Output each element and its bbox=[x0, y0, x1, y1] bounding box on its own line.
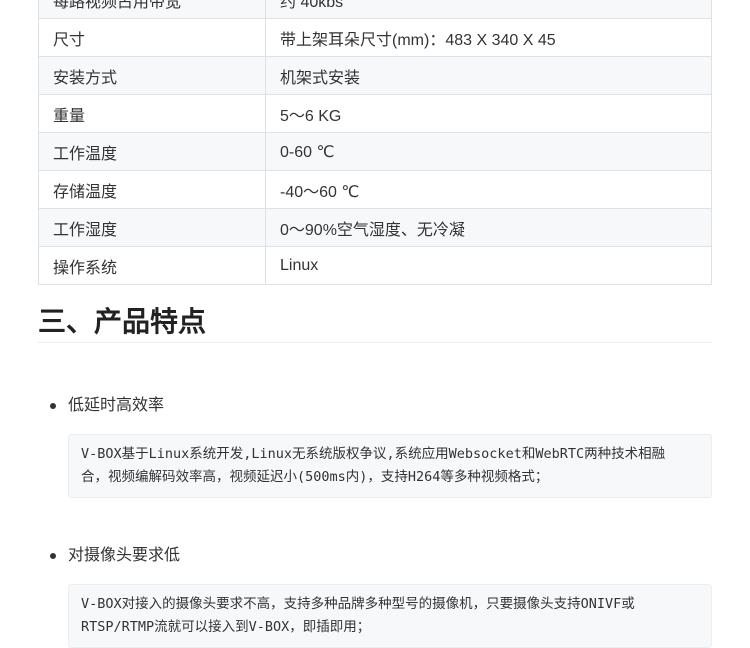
feature-label: 对摄像头要求低 bbox=[68, 547, 181, 564]
spec-key: 工作湿度 bbox=[38, 208, 266, 247]
code-line: V-BOX对接入的摄像头要求不高，支持多种品牌多种型号的摄像机，只要摄像头支持O… bbox=[81, 596, 635, 612]
spec-key: 每路视频占用带宽 bbox=[38, 0, 266, 19]
bullet-icon bbox=[50, 553, 56, 559]
code-line: 合，视频编解码效率高，视频延迟小(500ms内)，支持H264等多种视频格式； bbox=[81, 469, 549, 485]
table-row: 操作系统 Linux bbox=[38, 246, 712, 285]
spec-key: 重量 bbox=[38, 94, 266, 133]
spec-value: 带上架耳朵尺寸(mm)：483 X 340 X 45 bbox=[265, 18, 712, 57]
spec-value: 5～6 KG bbox=[265, 94, 712, 133]
table-row: 安装方式 机架式安装 bbox=[38, 56, 712, 95]
table-row: 存储温度 -40～60 ℃ bbox=[38, 170, 712, 209]
feature-label: 低延时高效率 bbox=[68, 397, 165, 414]
spec-value: Linux bbox=[265, 246, 712, 285]
code-block: V-BOX对接入的摄像头要求不高，支持多种品牌多种型号的摄像机，只要摄像头支持O… bbox=[68, 584, 712, 648]
table-row: 工作温度 0-60 ℃ bbox=[38, 132, 712, 171]
spec-value: 0～90%空气湿度、无冷凝 bbox=[265, 208, 712, 247]
spec-value: 约 40kbs bbox=[265, 0, 712, 19]
table-row: 尺寸 带上架耳朵尺寸(mm)：483 X 340 X 45 bbox=[38, 18, 712, 57]
table-row: 重量 5～6 KG bbox=[38, 94, 712, 133]
feature-block: 低延时高效率 V-BOX基于Linux系统开发,Linux无系统版权争议,系统应… bbox=[38, 394, 712, 498]
spec-key: 存储温度 bbox=[38, 170, 266, 209]
spec-key: 操作系统 bbox=[38, 246, 266, 285]
code-block: V-BOX基于Linux系统开发,Linux无系统版权争议,系统应用Websoc… bbox=[68, 434, 712, 498]
spec-value: -40～60 ℃ bbox=[265, 170, 712, 209]
list-item: 对摄像头要求低 bbox=[38, 544, 712, 568]
table-row: 工作湿度 0～90%空气湿度、无冷凝 bbox=[38, 208, 712, 247]
spec-table: 每路视频占用带宽 约 40kbs 尺寸 带上架耳朵尺寸(mm)：483 X 34… bbox=[38, 0, 712, 285]
spec-value: 机架式安装 bbox=[265, 56, 712, 95]
list-item: 低延时高效率 bbox=[38, 394, 712, 418]
spec-key: 安装方式 bbox=[38, 56, 266, 95]
spec-key: 工作温度 bbox=[38, 132, 266, 171]
code-line: RTSP/RTMP流就可以接入到V-BOX，即插即用； bbox=[81, 619, 371, 635]
code-line: V-BOX基于Linux系统开发,Linux无系统版权争议,系统应用Websoc… bbox=[81, 446, 666, 462]
section-heading: 三、产品特点 bbox=[38, 302, 712, 343]
feature-block: 对摄像头要求低 V-BOX对接入的摄像头要求不高，支持多种品牌多种型号的摄像机，… bbox=[38, 544, 712, 648]
bullet-icon bbox=[50, 403, 56, 409]
spec-key: 尺寸 bbox=[38, 18, 266, 57]
table-row: 每路视频占用带宽 约 40kbs bbox=[38, 0, 712, 19]
spec-value: 0-60 ℃ bbox=[265, 132, 712, 171]
